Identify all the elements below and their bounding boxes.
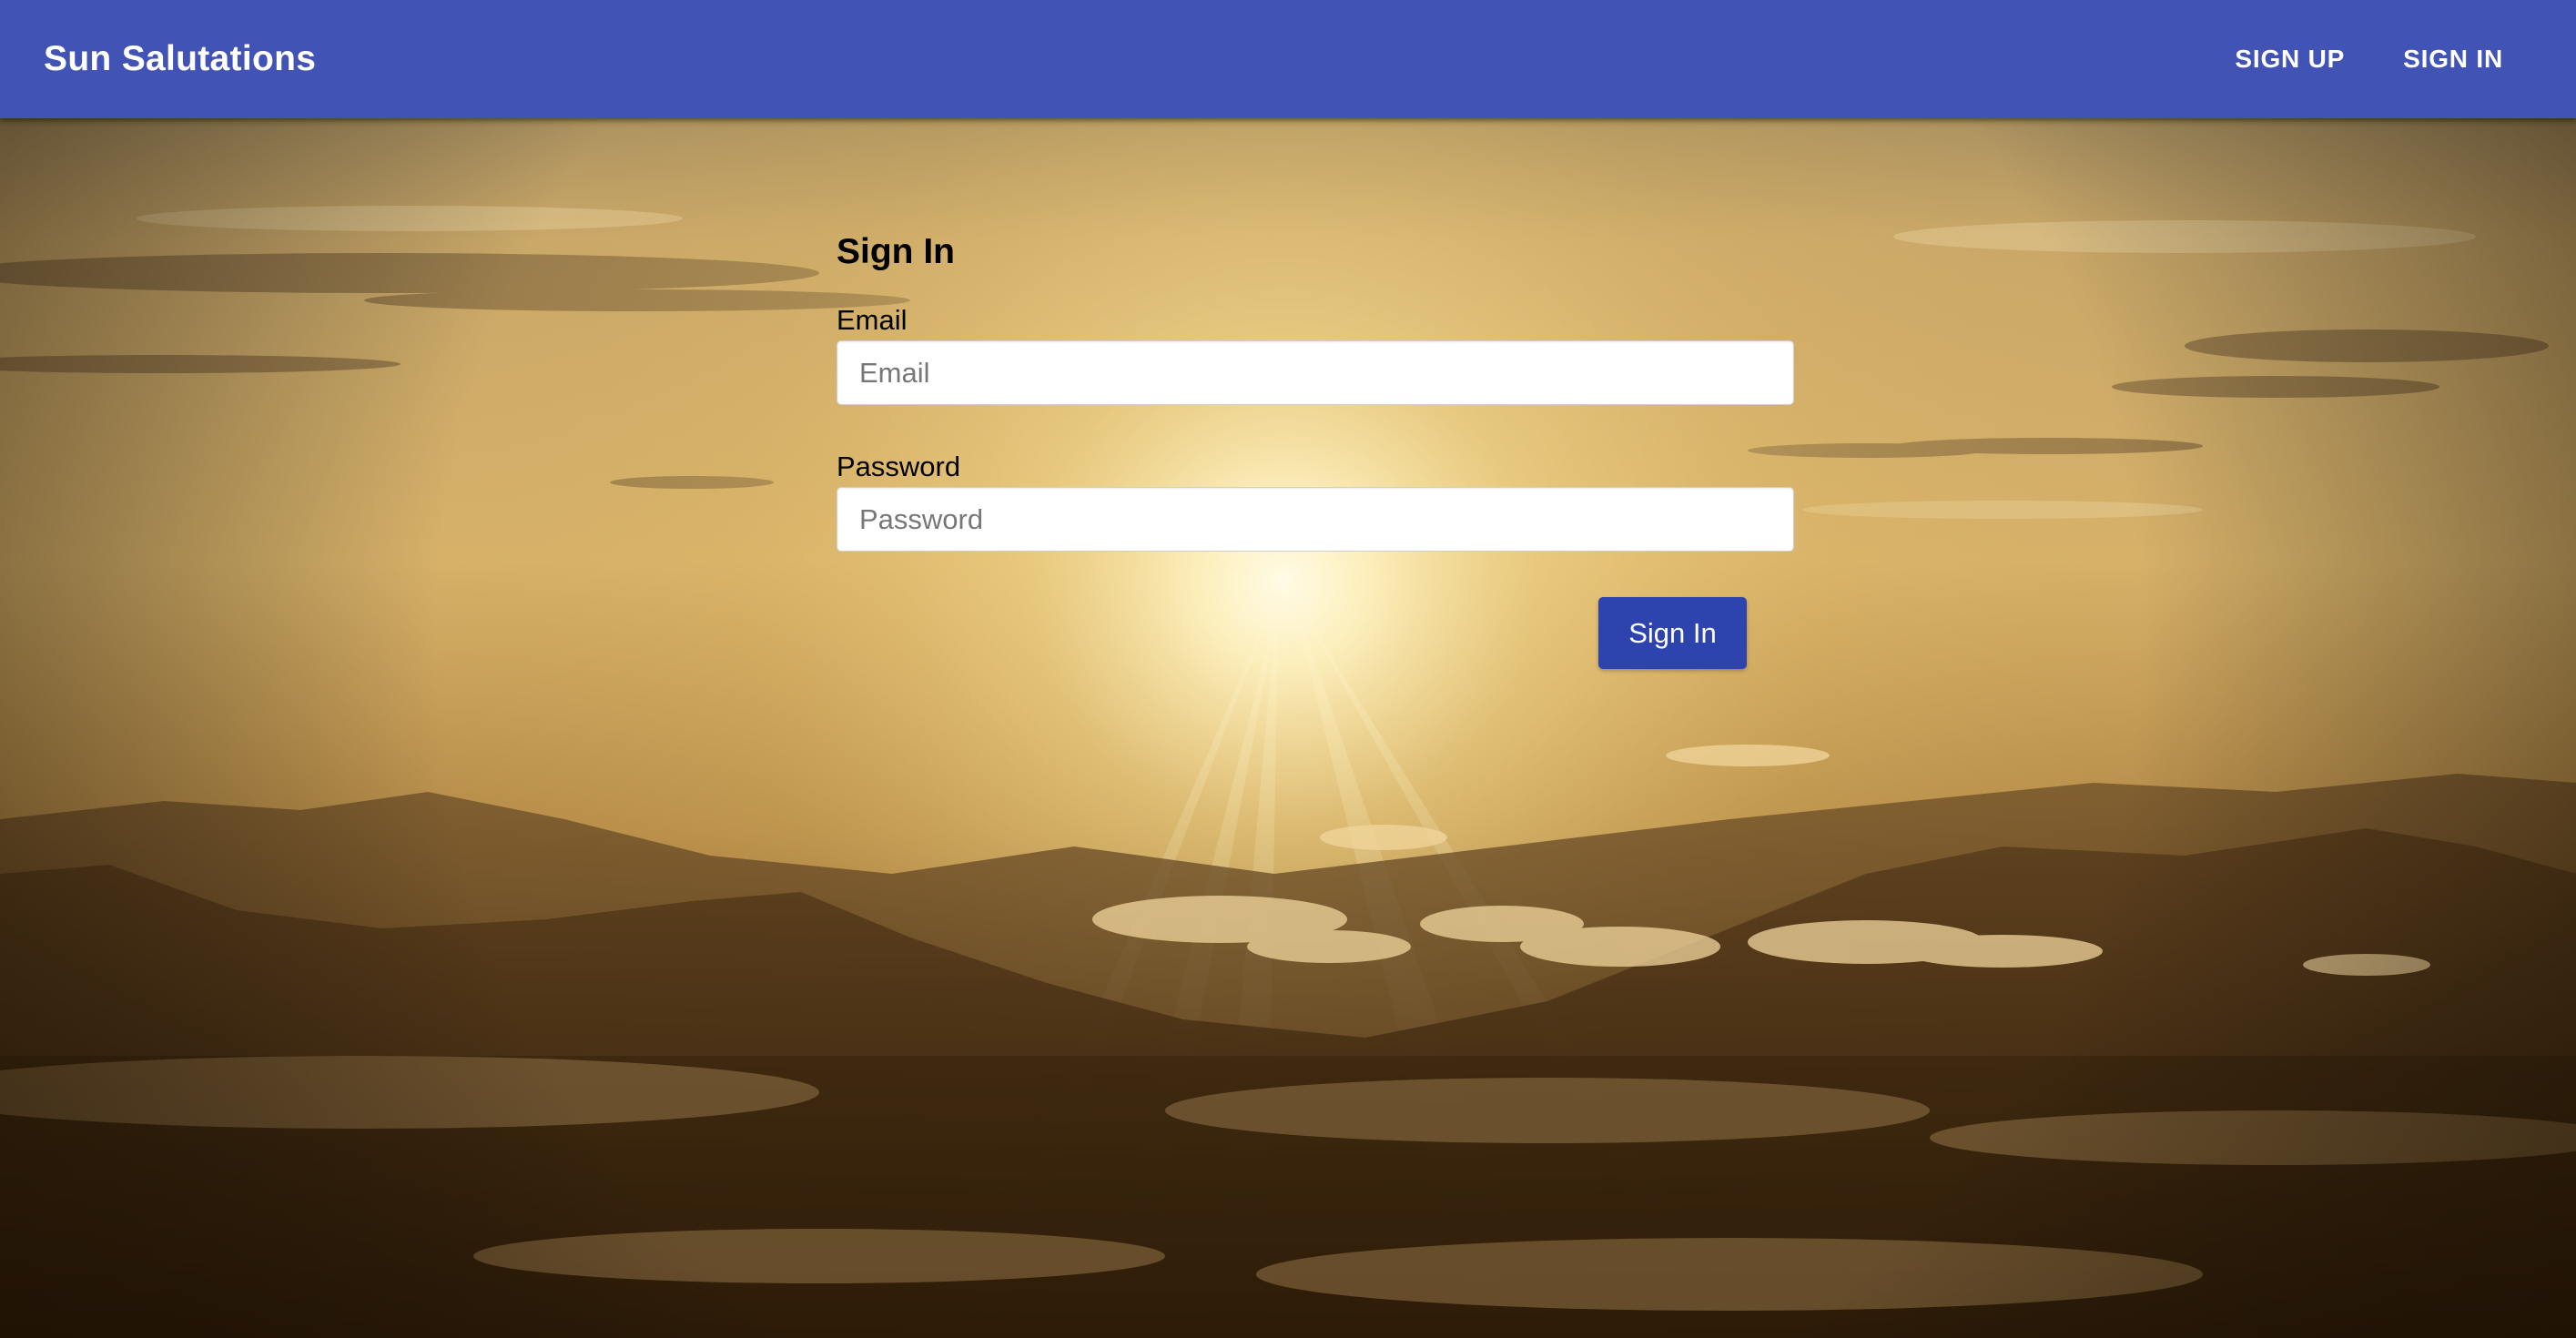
- app-bar: Sun Salutations SIGN UP SIGN IN: [0, 0, 2576, 118]
- sign-in-form: Sign In Email Password Sign In: [837, 228, 1794, 670]
- sign-in-nav-button[interactable]: SIGN IN: [2374, 28, 2532, 90]
- brand-title[interactable]: Sun Salutations: [44, 0, 316, 118]
- email-label: Email: [837, 304, 908, 336]
- submit-row: Sign In: [837, 597, 1794, 670]
- password-label: Password: [837, 451, 961, 482]
- email-input[interactable]: [837, 340, 1794, 405]
- sign-in-submit-button[interactable]: Sign In: [1598, 597, 1747, 669]
- form-title: Sign In: [837, 232, 955, 271]
- email-field-group: Email: [837, 304, 1794, 405]
- password-input[interactable]: [837, 487, 1794, 552]
- sign-up-button[interactable]: SIGN UP: [2206, 28, 2374, 90]
- top-nav: SIGN UP SIGN IN: [2206, 0, 2532, 118]
- password-field-group: Password: [837, 451, 1794, 552]
